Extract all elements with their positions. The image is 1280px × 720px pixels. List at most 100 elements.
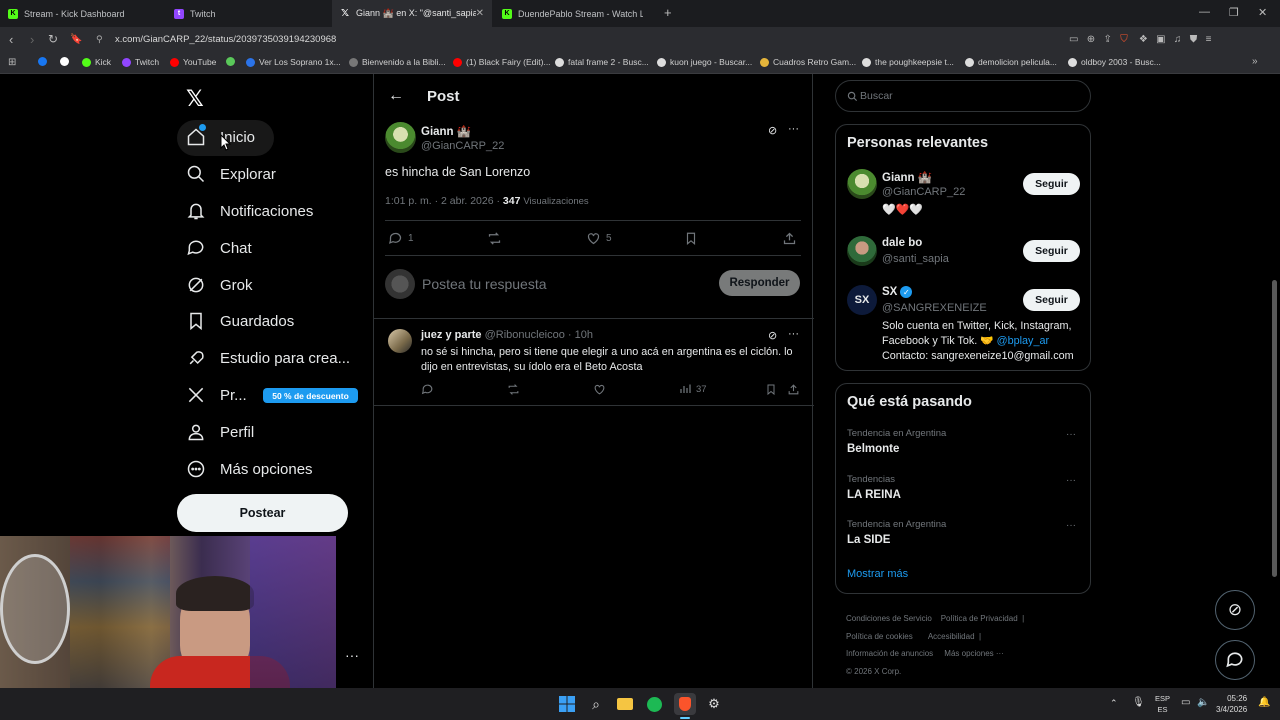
reply-views[interactable]: 37 xyxy=(679,383,707,395)
bookmark-item[interactable]: (1) Black Fairy (Edit)... xyxy=(453,57,551,67)
like-action[interactable]: 5 xyxy=(586,231,612,246)
footer-link[interactable]: Información de anuncios xyxy=(846,649,933,658)
sidebar-item-estudio-para-crea[interactable]: Estudio para crea... xyxy=(186,348,350,368)
footer-link[interactable]: Política de cookies xyxy=(846,632,913,641)
reply-share-action[interactable] xyxy=(787,383,800,401)
bookmark-item[interactable]: oldboy 2003 - Busc... xyxy=(1068,57,1161,67)
tab-twitch[interactable]: t Twitch xyxy=(166,0,332,27)
microphone-icon[interactable]: 🎙 xyxy=(1132,697,1145,708)
sidebar-item-chat[interactable]: Chat xyxy=(186,238,252,258)
reply-author-handle[interactable]: @Ribonucleicoo · 10h xyxy=(485,329,593,341)
sidebar-item-pr[interactable]: Pr... xyxy=(186,385,247,405)
bookmark-item[interactable] xyxy=(38,57,51,66)
reply-reply-action[interactable] xyxy=(421,383,434,401)
author-handle[interactable]: @GianCARP_22 xyxy=(421,140,504,152)
person-handle[interactable]: @santi_sapia xyxy=(882,253,949,265)
reload-icon[interactable]: ↻ xyxy=(48,32,58,46)
sidebar-item-más-opciones[interactable]: Más opciones xyxy=(186,459,313,479)
tab-duendepablo[interactable]: K DuendePablo Stream - Watch Liv xyxy=(494,0,656,27)
bookmark-page-icon[interactable]: 🔖 xyxy=(70,34,82,45)
grok-float-button[interactable]: ⊘ xyxy=(1215,590,1255,630)
person-name[interactable]: Giann 🏰 xyxy=(882,170,932,184)
bookmark-item[interactable]: Kick xyxy=(82,57,111,67)
person-name[interactable]: SX xyxy=(882,286,897,298)
new-tab-button[interactable]: + xyxy=(664,5,672,20)
tab-x-post[interactable]: 𝕏 Giann 🏰 en X: "@santi_sapia @ ✕ xyxy=(332,0,492,27)
person-name-row[interactable]: SX ✓ xyxy=(882,286,913,298)
show-hidden-icons[interactable]: ⌃ xyxy=(1110,698,1118,709)
clock[interactable]: 05:26 3/4/2026 xyxy=(1216,693,1247,715)
bookmark-item[interactable]: Bienvenido a la Bibli... xyxy=(349,57,446,67)
reply-button[interactable]: Responder xyxy=(719,270,800,296)
more-icon[interactable]: ··· xyxy=(788,328,799,340)
tab-kick-dashboard[interactable]: K Stream - Kick Dashboard xyxy=(0,0,166,27)
x-logo-icon[interactable]: 𝕏 xyxy=(186,86,204,112)
more-bookmarks-icon[interactable]: » xyxy=(1252,56,1258,67)
bio-link[interactable]: @bplay_ar xyxy=(997,335,1049,347)
sidebar-item-explorar[interactable]: Explorar xyxy=(186,164,276,184)
windows-start-icon[interactable] xyxy=(558,695,576,713)
apps-grid-icon[interactable]: ⊞ xyxy=(8,57,16,68)
language-indicator[interactable]: ESP ES xyxy=(1155,693,1170,715)
person-avatar[interactable]: SX xyxy=(847,285,877,315)
reply-action[interactable]: 1 xyxy=(388,231,414,246)
bookmark-item[interactable]: kuon juego - Buscar... xyxy=(657,57,752,67)
reply-repost-action[interactable] xyxy=(507,383,520,401)
search-box[interactable]: Buscar xyxy=(835,80,1091,112)
back-icon[interactable]: ‹ xyxy=(9,32,13,47)
back-arrow-icon[interactable]: ← xyxy=(388,87,404,105)
trend-more-icon[interactable]: ··· xyxy=(1066,429,1076,440)
post-button[interactable]: Postear xyxy=(177,494,348,532)
notifications-icon[interactable]: 🔔 xyxy=(1258,697,1270,708)
follow-button[interactable]: Seguir xyxy=(1023,289,1080,311)
person-name[interactable]: dale bo xyxy=(882,237,922,249)
bookmark-item[interactable] xyxy=(226,57,239,66)
reply-like-action[interactable] xyxy=(593,383,606,401)
close-tab-icon[interactable]: ✕ xyxy=(476,8,484,19)
spotify-icon[interactable] xyxy=(645,695,663,713)
premium-discount-badge[interactable]: 50 % de descuento xyxy=(263,388,358,403)
sidebar-item-guardados[interactable]: Guardados xyxy=(186,311,294,331)
grok-icon[interactable]: ⊘ xyxy=(768,124,777,137)
author-name[interactable]: Giann 🏰 xyxy=(421,124,471,138)
person-handle[interactable]: @SANGREXENEIZE xyxy=(882,302,987,314)
follow-button[interactable]: Seguir xyxy=(1023,173,1080,195)
volume-icon[interactable]: 🔈 xyxy=(1197,697,1209,708)
network-icon[interactable]: ▭ xyxy=(1181,697,1190,708)
trend-more-icon[interactable]: ··· xyxy=(1066,475,1076,486)
person-avatar[interactable] xyxy=(847,169,877,199)
more-icon[interactable]: ··· xyxy=(788,123,799,135)
account-more-icon[interactable]: ··· xyxy=(345,647,359,663)
search-input[interactable]: Buscar xyxy=(860,90,893,102)
bookmark-item[interactable]: fatal frame 2 - Busc... xyxy=(555,57,649,67)
brave-shield-icon[interactable]: ⛉ xyxy=(1120,34,1128,45)
bookmark-action[interactable] xyxy=(684,231,698,251)
bookmark-item[interactable]: Twitch xyxy=(122,57,159,67)
file-explorer-icon[interactable] xyxy=(616,695,634,713)
sidebar-item-notificaciones[interactable]: Notificaciones xyxy=(186,201,313,221)
toolbar-icons[interactable]: ▭ ⊕ ⇪ ⛉ ❖ ▣ ♫ ⛊ ≡ xyxy=(1069,34,1211,45)
close-window-button[interactable]: ✕ xyxy=(1258,6,1267,19)
reply-avatar[interactable] xyxy=(388,329,412,353)
person-avatar[interactable] xyxy=(847,236,877,266)
bookmark-item[interactable]: Ver Los Soprano 1x... xyxy=(246,57,341,67)
trend-more-icon[interactable]: ··· xyxy=(1066,520,1076,531)
trend-name[interactable]: LA REINA xyxy=(847,489,901,501)
footer-link[interactable]: Condiciones de Servicio xyxy=(846,614,932,623)
trend-name[interactable]: La SIDE xyxy=(847,534,890,546)
bookmark-item[interactable]: Cuadros Retro Gam... xyxy=(760,57,856,67)
url-text[interactable]: x.com/GianCARP_22/status/203973503919423… xyxy=(115,34,336,45)
grok-icon[interactable]: ⊘ xyxy=(768,329,777,342)
brave-browser-icon[interactable] xyxy=(674,693,696,715)
sidebar-item-grok[interactable]: Grok xyxy=(186,275,253,295)
minimize-button[interactable]: — xyxy=(1199,6,1210,18)
chat-float-button[interactable] xyxy=(1215,640,1255,680)
restore-button[interactable]: ❐ xyxy=(1229,6,1239,19)
repost-action[interactable] xyxy=(487,231,502,251)
bookmark-item[interactable]: demolicion pelicula... xyxy=(965,57,1057,67)
person-handle[interactable]: @GianCARP_22 xyxy=(882,186,965,198)
reply-input[interactable]: Postea tu respuesta xyxy=(422,276,547,292)
app-icon[interactable]: ⚙ xyxy=(705,695,723,713)
trend-name[interactable]: Belmonte xyxy=(847,443,899,455)
bookmark-item[interactable] xyxy=(60,57,73,66)
